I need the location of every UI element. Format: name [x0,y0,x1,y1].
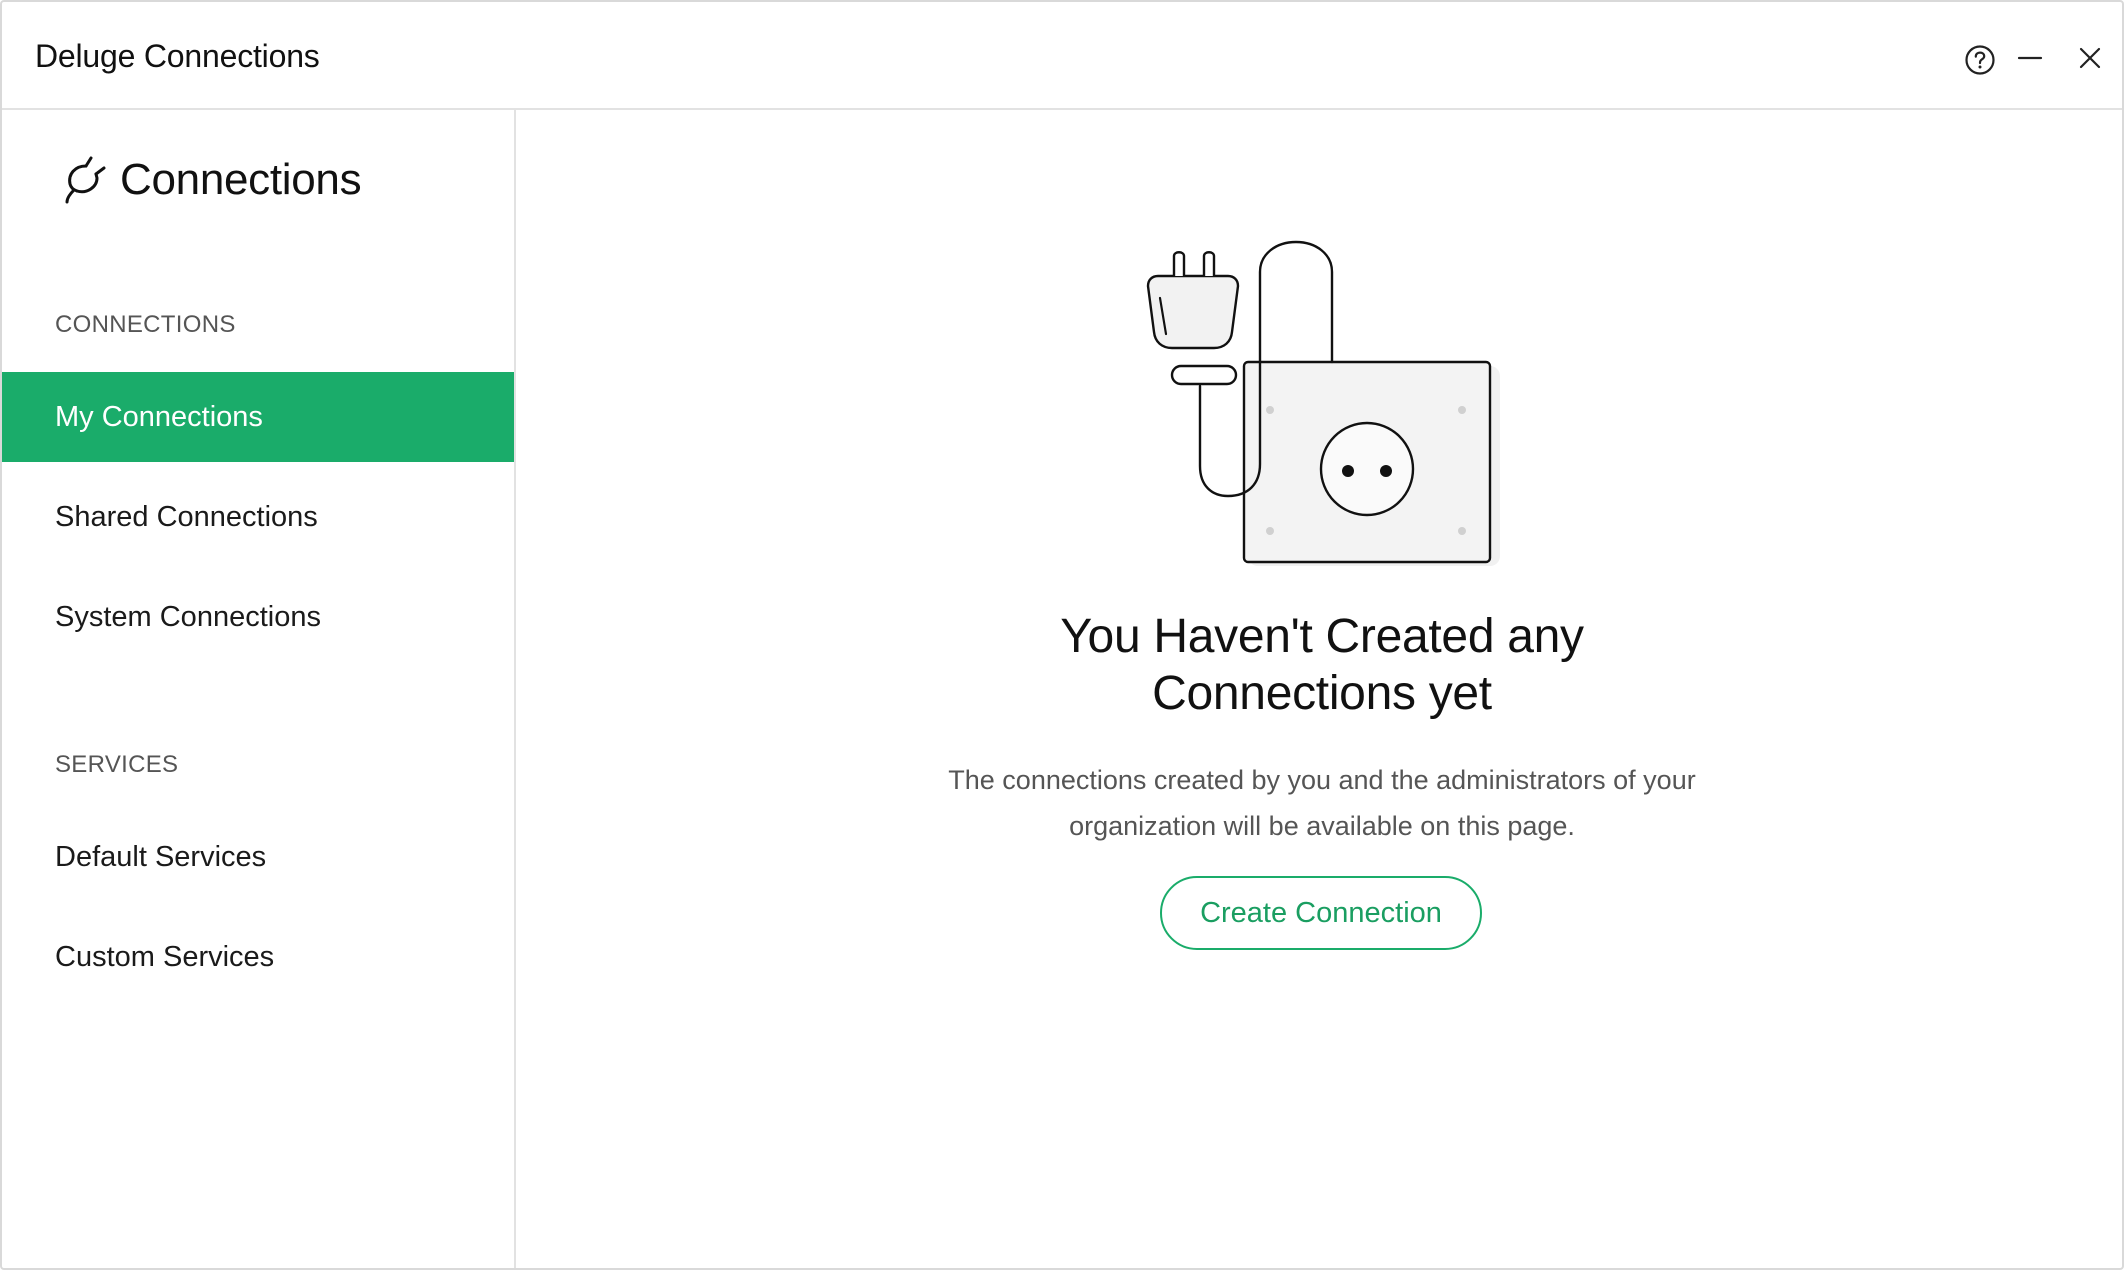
close-button[interactable] [2072,40,2108,76]
window-title: Deluge Connections [35,38,320,74]
minimize-button[interactable] [2012,40,2048,76]
empty-state-description-line2: organization will be available on this p… [1069,811,1575,841]
empty-state-description: The connections created by you and the a… [882,757,1762,849]
sidebar-item-label: Default Services [55,840,267,873]
plug-and-socket-illustration [1146,240,1500,566]
sidebar-brand: Connections [60,154,362,206]
close-icon [2079,47,2101,69]
minus-icon [2017,56,2043,60]
sidebar-item-label: System Connections [55,600,321,633]
empty-state-title-line2: Connections yet [1152,667,1492,720]
window-header: Deluge Connections [2,2,2122,110]
section-title-services: SERVICES [55,751,179,778]
sidebar-item-system-connections[interactable]: System Connections [2,572,514,662]
sidebar: Connections CONNECTIONS My Connections S… [2,110,516,1268]
sidebar-item-my-connections[interactable]: My Connections [2,372,514,462]
empty-state-title-line1: You Haven't Created any [1060,610,1584,663]
sidebar-brand-label: Connections [120,155,362,204]
empty-state-description-line1: The connections created by you and the a… [948,765,1696,795]
section-title-connections: CONNECTIONS [55,311,236,338]
sidebar-item-label: My Connections [55,400,263,433]
empty-state-title: You Haven't Created any Connections yet [882,608,1762,722]
sidebar-item-custom-services[interactable]: Custom Services [2,912,514,1002]
question-circle-icon [1965,45,1995,75]
help-button[interactable] [1962,42,1998,78]
sidebar-item-label: Shared Connections [55,500,318,533]
sidebar-item-shared-connections[interactable]: Shared Connections [2,472,514,562]
plug-icon [65,156,106,204]
create-connection-button[interactable]: Create Connection [1160,876,1482,950]
deluge-connections-window: Deluge Connections Connections CONNECTIO… [0,0,2124,1270]
sidebar-item-default-services[interactable]: Default Services [2,812,514,902]
sidebar-item-label: Custom Services [55,940,275,973]
